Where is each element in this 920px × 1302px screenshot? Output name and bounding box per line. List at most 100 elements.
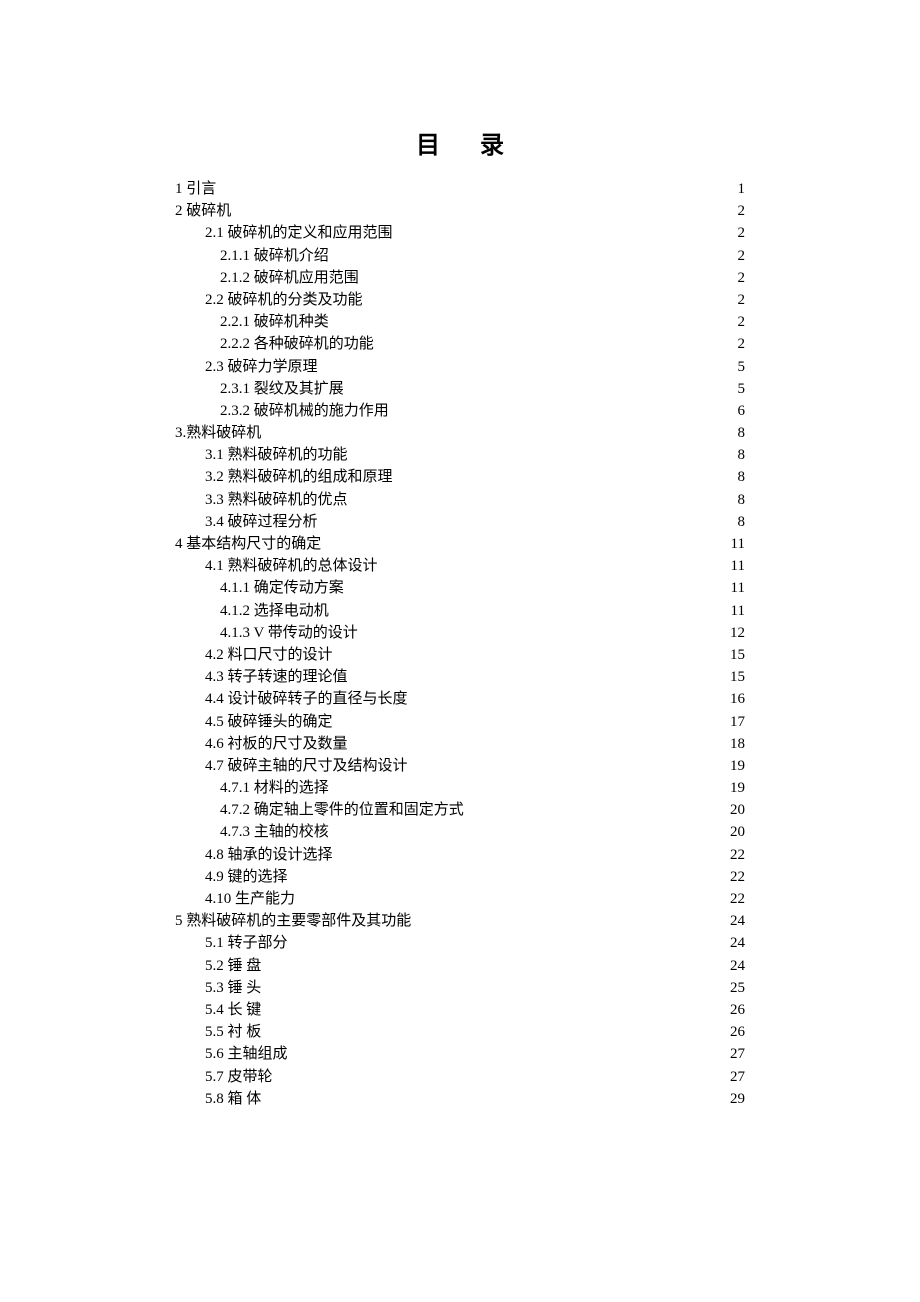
toc-entry-label: 4.7.2 确定轴上零件的位置和固定方式 <box>220 799 464 821</box>
toc-entry: 5.1 转子部分 24 <box>175 932 745 954</box>
toc-entry: 4.7.3 主轴的校核20 <box>175 821 745 843</box>
toc-entry: 4.6 衬板的尺寸及数量 18 <box>175 733 745 755</box>
toc-entry-label: 4.7.3 主轴的校核 <box>220 821 329 843</box>
toc-entry: 4.7.1 材料的选择19 <box>175 777 745 799</box>
toc-entry-label: 2.2.1 破碎机种类 <box>220 311 329 333</box>
toc-entry-page: 11 <box>731 600 745 622</box>
toc-entry-page: 24 <box>730 932 745 954</box>
toc-entry: 5.2 锤 盘 24 <box>175 955 745 977</box>
toc-entry: 4.8 轴承的设计选择 22 <box>175 844 745 866</box>
toc-entry-page: 2 <box>738 267 746 289</box>
toc-entry-label: 4.4 设计破碎转子的直径与长度 <box>205 688 408 710</box>
toc-entry: 5.5 衬 板26 <box>175 1021 745 1043</box>
toc-entry-page: 24 <box>730 955 745 977</box>
toc-entry-page: 15 <box>730 666 745 688</box>
toc-entry-label: 2 破碎机 <box>175 200 231 222</box>
toc-entry-label: 3.2 熟料破碎机的组成和原理 <box>205 466 393 488</box>
toc-entry-page: 11 <box>731 577 745 599</box>
toc-entry-label: 4.2 料口尺寸的设计 <box>205 644 333 666</box>
toc-entry: 3.熟料破碎机 8 <box>175 422 745 444</box>
toc-entry-page: 1 <box>738 178 746 200</box>
toc-entry-page: 19 <box>730 755 745 777</box>
toc-entry-label: 5 熟料破碎机的主要零部件及其功能 <box>175 910 411 932</box>
toc-entry: 5.6 主轴组成 27 <box>175 1043 745 1065</box>
toc-entry: 5.4 长 键26 <box>175 999 745 1021</box>
toc-entry: 4.1.1 确定传动方案 11 <box>175 577 745 599</box>
toc-entry-page: 19 <box>730 777 745 799</box>
toc-entry-label: 5.3 锤 头 <box>205 977 261 999</box>
toc-entry-label: 4.8 轴承的设计选择 <box>205 844 333 866</box>
toc-entry-page: 2 <box>738 333 746 355</box>
toc-entry: 1 引言1 <box>175 178 745 200</box>
toc-entry-page: 11 <box>731 533 745 555</box>
toc-entry-page: 8 <box>738 489 746 511</box>
toc-entry: 5.3 锤 头 25 <box>175 977 745 999</box>
toc-entry-page: 27 <box>730 1043 745 1065</box>
toc-entry: 3.2 熟料破碎机的组成和原理 8 <box>175 466 745 488</box>
toc-entry: 3.3 熟料破碎机的优点 8 <box>175 489 745 511</box>
toc-entry-label: 3.3 熟料破碎机的优点 <box>205 489 348 511</box>
toc-entry-page: 15 <box>730 644 745 666</box>
toc-entry: 4 基本结构尺寸的确定11 <box>175 533 745 555</box>
toc-entry: 4.7.2 确定轴上零件的位置和固定方式 20 <box>175 799 745 821</box>
toc-entry: 2.2 破碎机的分类及功能2 <box>175 289 745 311</box>
toc-entry: 2.1.2 破碎机应用范围 2 <box>175 267 745 289</box>
toc-entry-label: 3.熟料破碎机 <box>175 422 261 444</box>
toc-entry-label: 4.6 衬板的尺寸及数量 <box>205 733 348 755</box>
toc-entry-label: 2.1.2 破碎机应用范围 <box>220 267 359 289</box>
toc-entry-page: 2 <box>738 200 746 222</box>
toc-entry-label: 4.3 转子转速的理论值 <box>205 666 348 688</box>
toc-entry: 4.2 料口尺寸的设计 15 <box>175 644 745 666</box>
toc-entry: 2.3.1 裂纹及其扩展 5 <box>175 378 745 400</box>
toc-entry: 4.1.2 选择电动机11 <box>175 600 745 622</box>
toc-entry-page: 11 <box>731 555 745 577</box>
toc-entry: 5.8 箱 体 29 <box>175 1088 745 1110</box>
toc-entry-page: 5 <box>738 378 746 400</box>
toc-entry: 2.1 破碎机的定义和应用范围2 <box>175 222 745 244</box>
toc-entry-page: 29 <box>730 1088 745 1110</box>
toc-entry-page: 17 <box>730 711 745 733</box>
toc-entry-label: 5.1 转子部分 <box>205 932 288 954</box>
toc-entry: 4.9 键的选择22 <box>175 866 745 888</box>
toc-entry-label: 5.7 皮带轮 <box>205 1066 273 1088</box>
toc-entry-page: 6 <box>738 400 746 422</box>
toc-entry-page: 27 <box>730 1066 745 1088</box>
toc-entry: 2.2.1 破碎机种类 2 <box>175 311 745 333</box>
toc-entry-label: 5.2 锤 盘 <box>205 955 261 977</box>
toc-entry-page: 24 <box>730 910 745 932</box>
toc-entry-page: 22 <box>730 888 745 910</box>
toc-entry-label: 2.3.2 破碎机械的施力作用 <box>220 400 389 422</box>
toc-entry-label: 5.8 箱 体 <box>205 1088 261 1110</box>
toc-entry: 4.10 生产能力 22 <box>175 888 745 910</box>
toc-entry: 2.2.2 各种破碎机的功能 2 <box>175 333 745 355</box>
toc-entry-page: 8 <box>738 466 746 488</box>
toc-entry-page: 18 <box>730 733 745 755</box>
toc-entry-page: 2 <box>738 245 746 267</box>
toc-entry-page: 2 <box>738 311 746 333</box>
toc-entry-label: 2.3.1 裂纹及其扩展 <box>220 378 344 400</box>
toc-entry-page: 22 <box>730 866 745 888</box>
toc-entry-page: 8 <box>738 422 746 444</box>
toc-entry-page: 25 <box>730 977 745 999</box>
toc-entry-page: 20 <box>730 799 745 821</box>
toc-entry-label: 4.5 破碎锤头的确定 <box>205 711 333 733</box>
table-of-contents: 1 引言12 破碎机22.1 破碎机的定义和应用范围22.1.1 破碎机介绍22… <box>175 178 745 1110</box>
toc-entry-page: 2 <box>738 222 746 244</box>
toc-entry: 4.1.3 V 带传动的设计12 <box>175 622 745 644</box>
toc-entry: 2.3 破碎力学原理5 <box>175 356 745 378</box>
toc-entry-label: 2.1.1 破碎机介绍 <box>220 245 329 267</box>
toc-entry-label: 5.6 主轴组成 <box>205 1043 288 1065</box>
toc-entry-label: 2.3 破碎力学原理 <box>205 356 318 378</box>
toc-entry-page: 8 <box>738 511 746 533</box>
toc-entry: 4.5 破碎锤头的确定 17 <box>175 711 745 733</box>
toc-entry-page: 22 <box>730 844 745 866</box>
toc-entry-label: 2.2.2 各种破碎机的功能 <box>220 333 374 355</box>
toc-entry-label: 3.1 熟料破碎机的功能 <box>205 444 348 466</box>
toc-entry: 5.7 皮带轮 27 <box>175 1066 745 1088</box>
toc-entry-page: 26 <box>730 1021 745 1043</box>
toc-entry-label: 4.1.1 确定传动方案 <box>220 577 344 599</box>
toc-entry-label: 4.10 生产能力 <box>205 888 295 910</box>
toc-entry-page: 26 <box>730 999 745 1021</box>
toc-entry: 3.1 熟料破碎机的功能8 <box>175 444 745 466</box>
toc-entry: 4.7 破碎主轴的尺寸及结构设计19 <box>175 755 745 777</box>
